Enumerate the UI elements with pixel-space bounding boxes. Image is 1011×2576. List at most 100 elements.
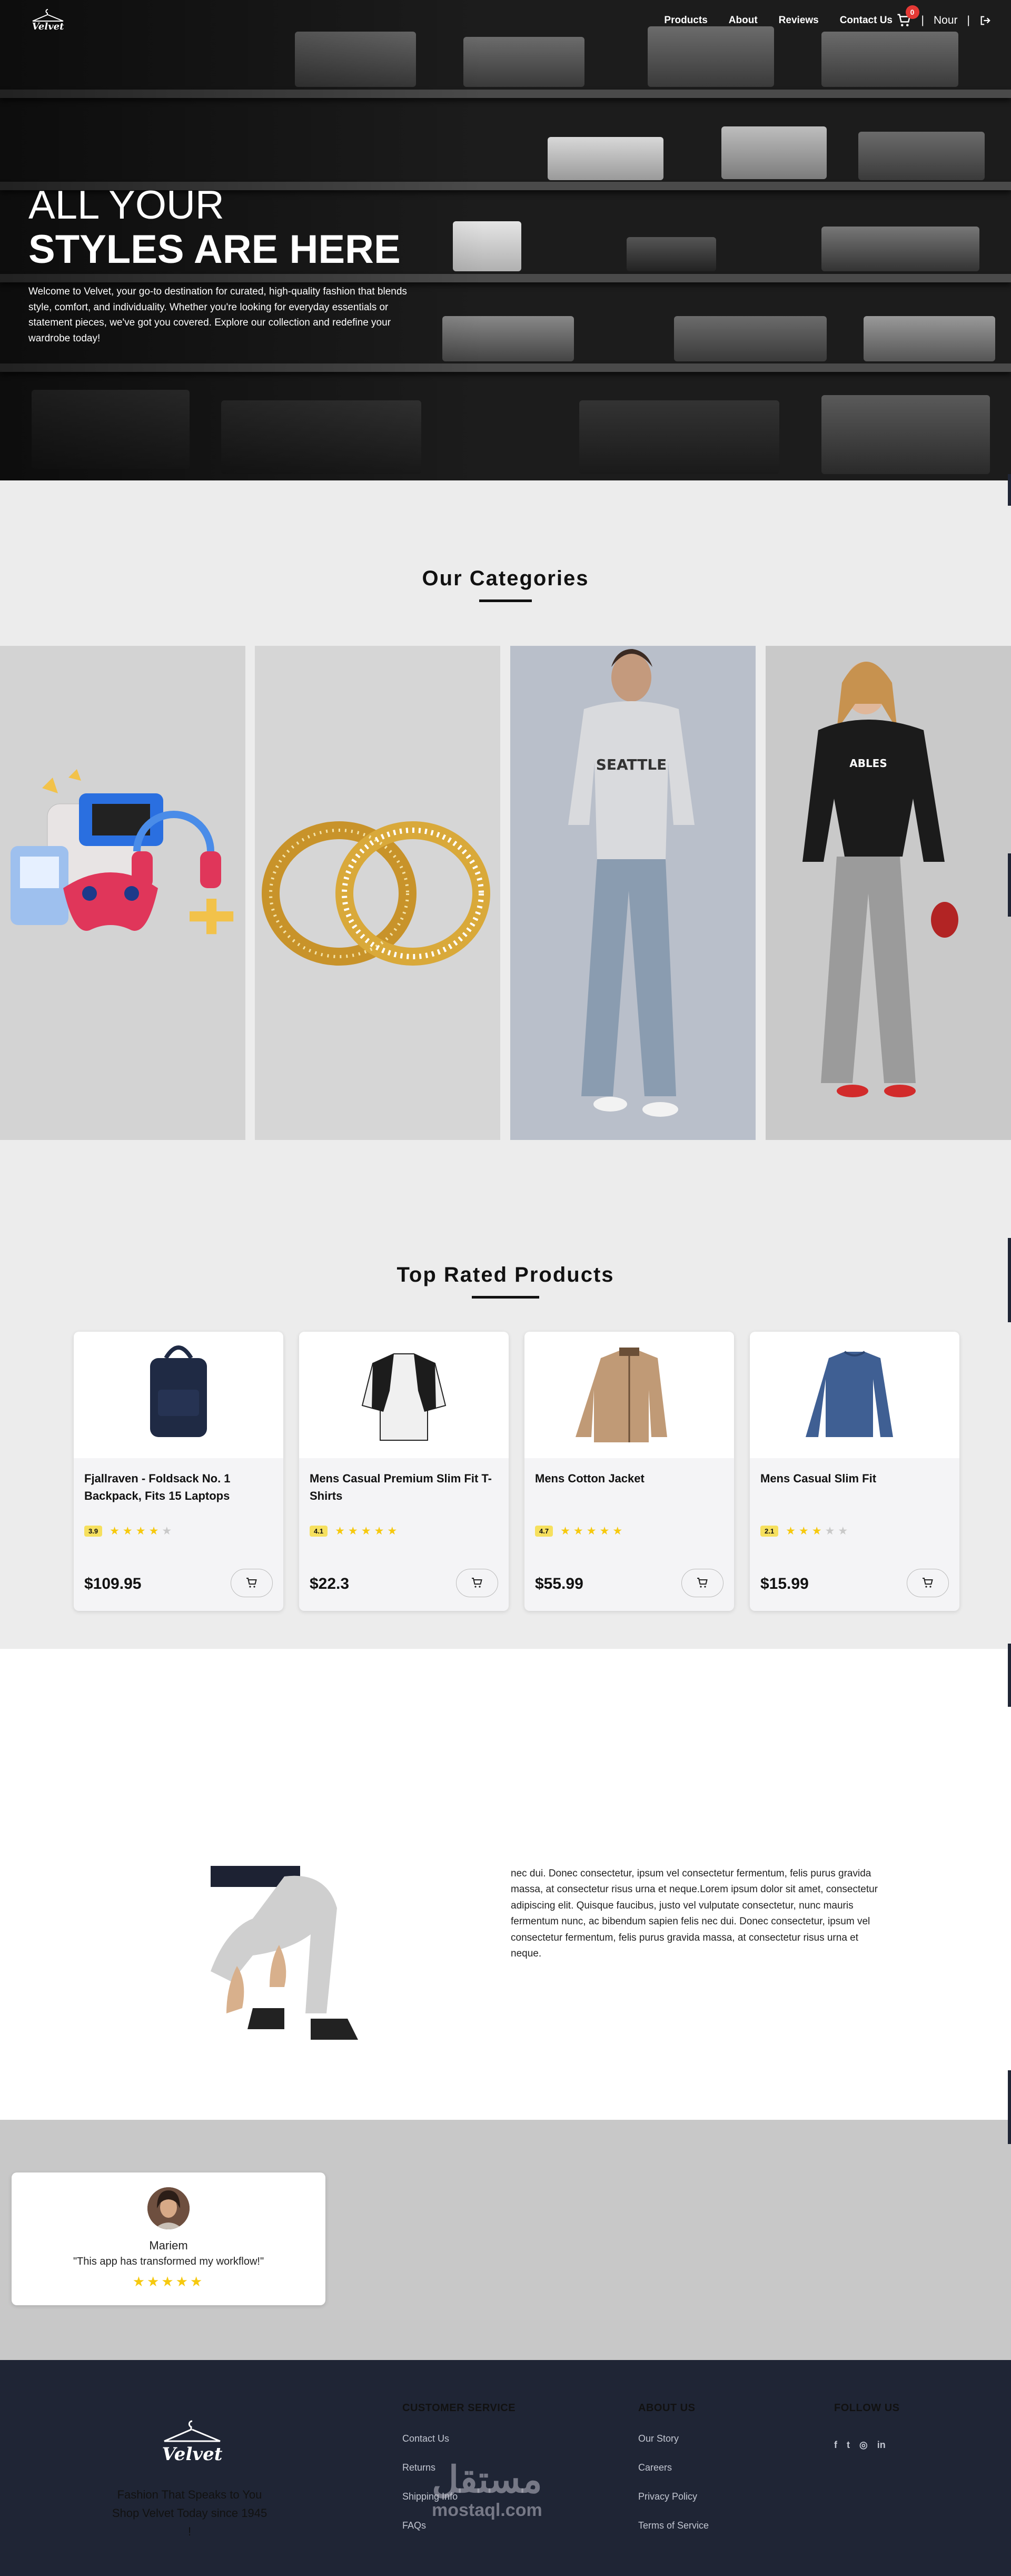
- product-card[interactable]: Fjallraven - Foldsack No. 1 Backpack, Fi…: [74, 1332, 283, 1611]
- hero-description: Welcome to Velvet, your go-to destinatio…: [28, 286, 407, 344]
- star-icon: ★: [361, 1525, 371, 1537]
- star-icon: ★: [586, 1525, 597, 1537]
- star-icon: ★: [162, 1525, 172, 1537]
- womens-clothing-image: ABLES: [802, 662, 958, 1097]
- product-title: Fjallraven - Foldsack No. 1 Backpack, Fi…: [84, 1472, 231, 1502]
- nav-user-area: 0 | Nour |: [896, 5, 991, 28]
- product-card[interactable]: Mens Casual Slim Fit 2.1 ★ ★ ★ ★ ★ $15.99: [750, 1332, 959, 1611]
- footer-tagline: Fashion That Speaks to You Shop Velvet T…: [112, 2488, 267, 2539]
- jewelery-image: [262, 821, 490, 966]
- nav-links: Products About Reviews Contact Us: [664, 15, 893, 26]
- mens-clothing-image: SEATTLE: [568, 649, 695, 1117]
- product-title: Mens Casual Premium Slim Fit T-Shirts: [310, 1472, 492, 1502]
- categories-title: Our Categories: [422, 567, 589, 590]
- product-title: Mens Casual Slim Fit: [760, 1472, 877, 1485]
- product-rating: 2.1 ★ ★ ★ ★ ★: [760, 1525, 848, 1538]
- category-card-jewelery[interactable]: [255, 646, 500, 1140]
- product-rating: 3.9 ★ ★ ★ ★ ★: [84, 1525, 172, 1538]
- footer-link-careers[interactable]: Careers: [638, 2462, 709, 2473]
- star-icon: ★: [599, 1525, 610, 1537]
- svg-text:Velvet: Velvet: [32, 21, 65, 32]
- star-icon: ★: [348, 1525, 358, 1537]
- footer-heading: CUSTOMER SERVICE: [402, 2402, 516, 2414]
- rating-value: 3.9: [84, 1526, 103, 1537]
- star-icon: ★: [811, 1525, 822, 1537]
- about-text: nec dui. Donec consectetur, ipsum vel co…: [511, 1868, 878, 1959]
- review-text: "This app has transformed my workflow!": [73, 2256, 264, 2267]
- footer-link-contact[interactable]: Contact Us: [402, 2433, 516, 2444]
- product-card[interactable]: Mens Cotton Jacket 4.7 ★ ★ ★ ★ ★ $55.99: [524, 1332, 734, 1611]
- product-image: [750, 1332, 959, 1458]
- rating-value: 4.7: [535, 1526, 553, 1537]
- star-icon: ★: [335, 1525, 345, 1537]
- cart-button[interactable]: 0: [896, 5, 919, 28]
- shoe: [821, 227, 979, 271]
- scroll-marker: [1008, 2070, 1011, 2144]
- category-card-womens-clothing[interactable]: ABLES: [766, 646, 1011, 1140]
- footer-link-our-story[interactable]: Our Story: [638, 2433, 709, 2444]
- footer-link-privacy[interactable]: Privacy Policy: [638, 2491, 709, 2502]
- footer-heading: ABOUT US: [638, 2402, 696, 2414]
- title-underline: [472, 1296, 539, 1299]
- nav-link-about[interactable]: About: [729, 15, 758, 26]
- nav-link-products[interactable]: Products: [664, 15, 707, 26]
- reviewer-name: Mariem: [149, 2239, 188, 2252]
- instagram-icon[interactable]: ◎: [859, 2440, 868, 2451]
- product-image: [524, 1332, 734, 1458]
- star-icon: ★: [612, 1525, 623, 1537]
- logout-icon[interactable]: [979, 15, 991, 26]
- rating-value: 4.1: [310, 1526, 328, 1537]
- star-icon: ★: [798, 1525, 809, 1537]
- watermark-latin: mostaql.com: [432, 2500, 542, 2520]
- user-name[interactable]: Nour: [934, 14, 958, 27]
- product-price: $55.99: [535, 1575, 583, 1592]
- product-image: [74, 1332, 283, 1458]
- watermark: مستقل mostaql.com: [432, 2461, 542, 2521]
- star-icon: ★: [387, 1525, 398, 1537]
- twitter-icon[interactable]: t: [847, 2440, 850, 2451]
- star-icon: ★: [148, 1525, 159, 1537]
- add-to-cart-button[interactable]: [681, 1569, 723, 1597]
- clothes-pile: [674, 316, 827, 361]
- cart-count-badge: 0: [905, 5, 919, 19]
- footer-logo[interactable]: Velvet: [153, 2419, 232, 2466]
- product-price: $109.95: [84, 1575, 142, 1592]
- category-card-electronics[interactable]: [0, 646, 245, 1140]
- cart-icon: [697, 1578, 708, 1588]
- nav-link-reviews[interactable]: Reviews: [779, 15, 819, 26]
- scroll-marker: [1008, 853, 1011, 917]
- svg-text:ABLES: ABLES: [849, 757, 887, 770]
- footer-link-faqs[interactable]: FAQs: [402, 2520, 516, 2531]
- add-to-cart-button[interactable]: [456, 1569, 498, 1597]
- linkedin-icon[interactable]: in: [877, 2440, 886, 2451]
- svg-text:SEATTLE: SEATTLE: [596, 756, 667, 773]
- star-icon: ★: [122, 1525, 133, 1537]
- clothes-pile: [721, 126, 827, 179]
- star-icon: ★: [838, 1525, 848, 1537]
- review-card: Mariem "This app has transformed my work…: [12, 2172, 325, 2305]
- avatar: [147, 2187, 190, 2229]
- product-price: $15.99: [760, 1575, 809, 1592]
- facebook-icon[interactable]: f: [834, 2440, 837, 2451]
- clothes-pile: [548, 137, 663, 180]
- product-rating: 4.1 ★ ★ ★ ★ ★: [310, 1525, 397, 1538]
- social-icons: f t ◎ in: [834, 2440, 899, 2451]
- footer-about-us: ABOUT US Our Story Careers Privacy Polic…: [638, 2402, 709, 2531]
- footer-link-terms[interactable]: Terms of Service: [638, 2520, 709, 2531]
- products-title: Top Rated Products: [397, 1263, 614, 1286]
- scroll-marker: [1008, 1644, 1011, 1707]
- product-price: $22.3: [310, 1575, 350, 1592]
- star-icon: ★: [573, 1525, 583, 1537]
- category-card-mens-clothing[interactable]: SEATTLE: [510, 646, 756, 1140]
- clothes-pile: [858, 132, 985, 180]
- velvet-logo[interactable]: Velvet: [25, 7, 71, 34]
- review-stars: ★★★★★: [132, 2274, 205, 2289]
- nav-separator: |: [967, 14, 970, 26]
- product-card[interactable]: Mens Casual Premium Slim Fit T-Shirts 4.…: [299, 1332, 509, 1611]
- product-title: Mens Cotton Jacket: [535, 1472, 645, 1485]
- add-to-cart-button[interactable]: [231, 1569, 273, 1597]
- product-rating: 4.7 ★ ★ ★ ★ ★: [535, 1525, 622, 1538]
- add-to-cart-button[interactable]: [907, 1569, 949, 1597]
- nav-link-contact[interactable]: Contact Us: [840, 15, 893, 26]
- hero-text: ALL YOUR STYLES ARE HERE Welcome to Velv…: [28, 184, 418, 346]
